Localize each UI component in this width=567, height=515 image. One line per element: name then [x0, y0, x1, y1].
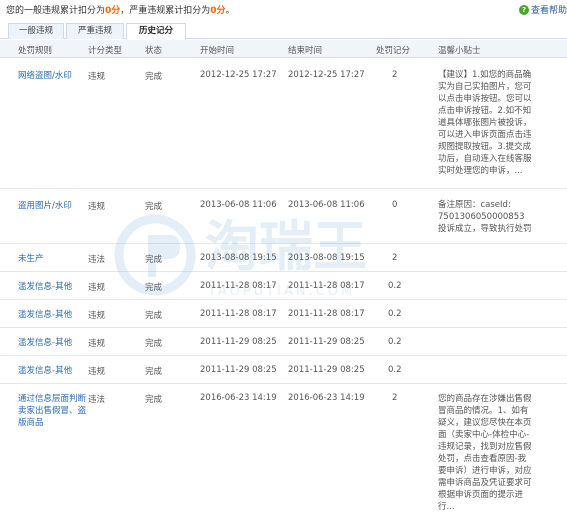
- start-time: 2013-08-08 19:15: [200, 253, 277, 263]
- rule-link[interactable]: 网络盗图/水印: [18, 70, 90, 82]
- penalty-score: 0.2: [388, 281, 402, 291]
- table-row: 盗用图片/水印 违规 完成 2013-06-08 11:06 2013-06-0…: [0, 189, 567, 244]
- rule-link[interactable]: 滥发信息-其他: [18, 281, 90, 293]
- status: 完成: [145, 311, 163, 321]
- end-time: 2011-11-28 08:17: [288, 281, 365, 291]
- col-status: 状态: [145, 46, 163, 56]
- penalty-score: 0.2: [388, 365, 402, 375]
- status: 完成: [145, 202, 163, 212]
- status: 完成: [145, 72, 163, 82]
- penalty-score: 2: [392, 393, 398, 403]
- start-time: 2011-11-29 08:25: [200, 337, 277, 347]
- table-row: 通过信息层面判断卖家出售假冒、盗版商品 违法 完成 2016-06-23 14:…: [0, 384, 567, 515]
- end-time: 2013-08-08 19:15: [288, 253, 365, 263]
- score-type: 违法: [88, 395, 106, 405]
- status: 完成: [145, 283, 163, 293]
- start-time: 2011-11-28 08:17: [200, 309, 277, 319]
- help-label: 查看帮助: [530, 6, 567, 16]
- penalty-score: 2: [392, 70, 398, 80]
- start-time: 2011-11-28 08:17: [200, 281, 277, 291]
- penalty-score: 0: [392, 200, 398, 210]
- table-row: 滥发信息-其他 违规 完成 2011-11-28 08:17 2011-11-2…: [0, 272, 567, 300]
- status: 完成: [145, 367, 163, 377]
- start-time: 2011-11-29 08:25: [200, 365, 277, 375]
- rule-link[interactable]: 未生产: [18, 253, 90, 265]
- status: 完成: [145, 255, 163, 265]
- col-start: 开始时间: [200, 46, 235, 56]
- table-header: 处罚规则 计分类型 状态 开始时间 结束时间 处罚记分 温馨小贴士: [0, 40, 567, 58]
- table-row: 滥发信息-其他 违规 完成 2011-11-29 08:25 2011-11-2…: [0, 328, 567, 356]
- col-end: 结束时间: [288, 46, 323, 56]
- tab-general-violation[interactable]: 一般违规: [8, 23, 64, 39]
- tip-text: 备注原因：caseId: 7501306050000853投诉成立，导致执行处罚: [438, 200, 532, 234]
- rule-link[interactable]: 滥发信息-其他: [18, 309, 90, 321]
- general-score: 0分: [105, 6, 121, 16]
- tab-history-score[interactable]: 历史记分: [126, 23, 186, 40]
- end-time: 2011-11-29 08:25: [288, 337, 365, 347]
- start-time: 2012-12-25 17:27: [200, 70, 277, 80]
- rule-link[interactable]: 滥发信息-其他: [18, 337, 90, 349]
- summary-suffix: 。: [225, 6, 235, 16]
- col-score: 处罚记分: [376, 46, 411, 56]
- table-row: 滥发信息-其他 违规 完成 2011-11-29 08:25 2011-11-2…: [0, 356, 567, 384]
- status: 完成: [145, 339, 163, 349]
- end-time: 2011-11-28 08:17: [288, 309, 365, 319]
- summary-prefix: 您的一般违规累计扣分为: [6, 6, 106, 16]
- tip-text: 您的商品存在涉嫌出售假冒商品的情况。1、如有疑义，建议您尽快在本页面（卖家中心-…: [438, 394, 532, 512]
- col-type: 计分类型: [88, 46, 123, 56]
- help-link[interactable]: ? 查看帮助: [518, 3, 567, 16]
- tab-serious-violation[interactable]: 严重违规: [66, 23, 124, 39]
- rule-link[interactable]: 滥发信息-其他: [18, 365, 90, 377]
- score-type: 违法: [88, 255, 106, 265]
- table-row: 未生产 违法 完成 2013-08-08 19:15 2013-08-08 19…: [0, 244, 567, 272]
- tip-text: 【建议】1.如您的商品确实为自己实拍图片，您可以点击申诉按钮。您可以点击申诉按钮…: [438, 70, 532, 176]
- rule-link[interactable]: 通过信息层面判断卖家出售假冒、盗版商品: [18, 393, 90, 429]
- status: 完成: [145, 395, 163, 405]
- serious-score: 0分: [210, 6, 226, 16]
- start-time: 2013-06-08 11:06: [200, 200, 277, 210]
- score-type: 违规: [88, 283, 106, 293]
- start-time: 2016-06-23 14:19: [200, 393, 277, 403]
- summary-mid: ，严重违规累计扣分为: [120, 6, 211, 16]
- col-tip: 温馨小贴士: [438, 46, 481, 56]
- score-summary: 您的一般违规累计扣分为0分，严重违规累计扣分为0分。: [6, 3, 235, 16]
- table-row: 滥发信息-其他 违规 完成 2011-11-28 08:17 2011-11-2…: [0, 300, 567, 328]
- rule-link[interactable]: 盗用图片/水印: [18, 200, 90, 212]
- penalty-score: 0.2: [388, 309, 402, 319]
- help-icon: ?: [518, 4, 529, 15]
- end-time: 2016-06-23 14:19: [288, 393, 365, 403]
- score-type: 违规: [88, 311, 106, 321]
- tab-bar: 一般违规 严重违规 历史记分: [0, 21, 567, 40]
- score-type: 违规: [88, 72, 106, 82]
- end-time: 2013-06-08 11:06: [288, 200, 365, 210]
- score-type: 违规: [88, 367, 106, 377]
- penalty-score: 0.2: [388, 337, 402, 347]
- col-rule: 处罚规则: [18, 46, 53, 56]
- end-time: 2011-11-29 08:25: [288, 365, 365, 375]
- score-type: 违规: [88, 202, 106, 212]
- penalty-score: 2: [392, 253, 398, 263]
- table-row: 网络盗图/水印 违规 完成 2012-12-25 17:27 2012-12-2…: [0, 59, 567, 189]
- score-type: 违规: [88, 339, 106, 349]
- end-time: 2012-12-25 17:27: [288, 70, 365, 80]
